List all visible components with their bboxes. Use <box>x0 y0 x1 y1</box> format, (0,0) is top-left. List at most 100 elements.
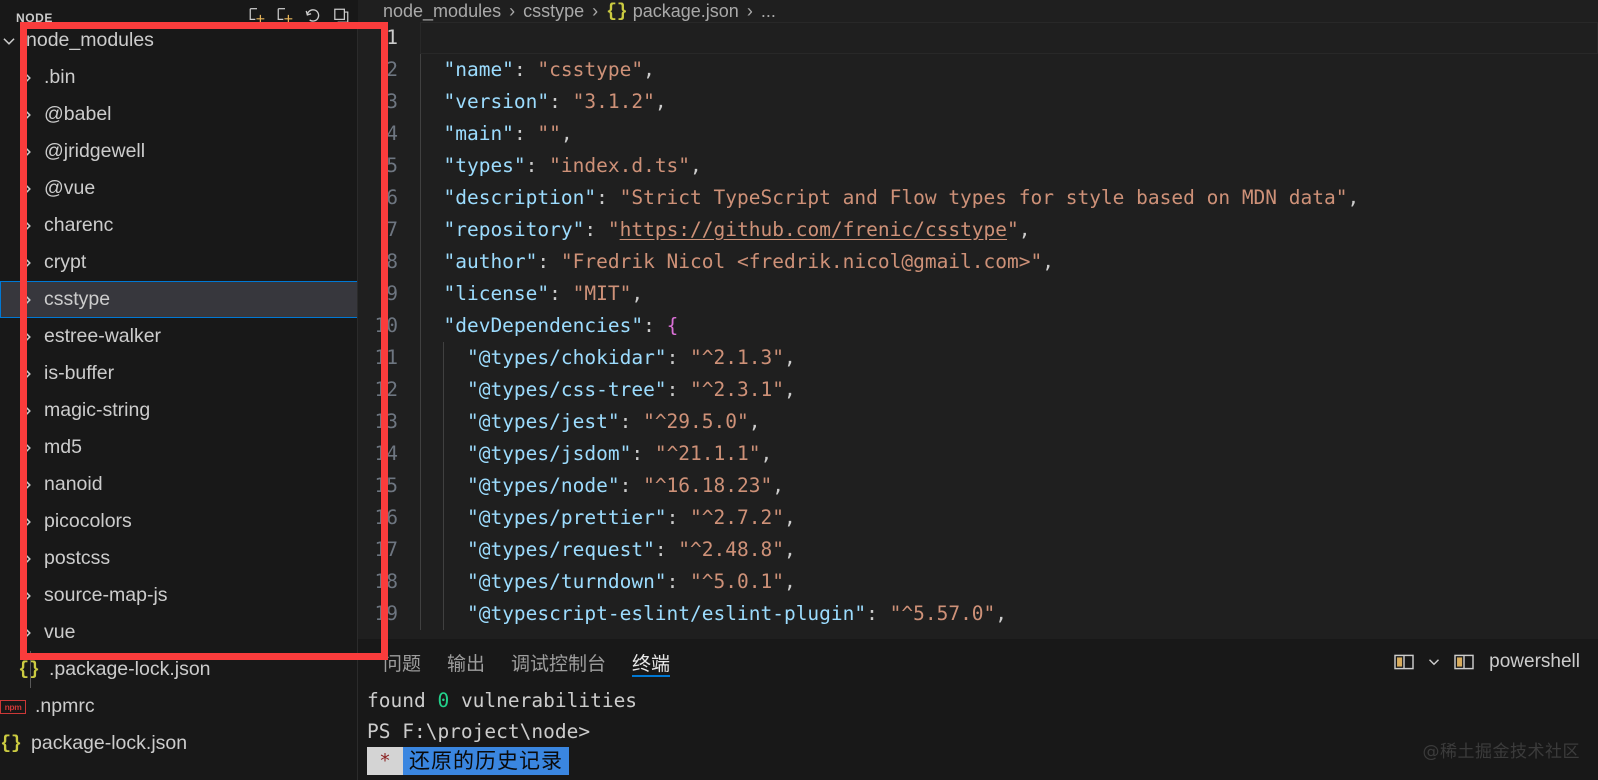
terminal-instance-icon[interactable] <box>1452 650 1476 674</box>
code-line[interactable]: 16 "@types/prettier": "^2.7.2", <box>358 502 1598 534</box>
chevron-right-icon[interactable] <box>18 550 36 568</box>
collapse-folders-icon[interactable] <box>332 7 350 22</box>
tree-item-md5[interactable]: md5 <box>0 429 358 466</box>
tree-item-source-map-js[interactable]: source-map-js <box>0 577 358 614</box>
code-lines[interactable]: 1{2 "name": "csstype",3 "version": "3.1.… <box>358 22 1598 639</box>
code-line[interactable]: 17 "@types/request": "^2.48.8", <box>358 534 1598 566</box>
chevron-right-icon[interactable] <box>18 217 36 235</box>
tree-item-crypt[interactable]: crypt <box>0 244 358 281</box>
terminal-output[interactable]: found 0 vulnerabilities PS F:\project\no… <box>358 685 1598 780</box>
code-token: , <box>784 570 796 593</box>
chevron-right-icon[interactable] <box>18 402 36 420</box>
code-line[interactable]: 5 "types": "index.d.ts", <box>358 150 1598 182</box>
breadcrumb-segment[interactable]: node_modules <box>383 1 501 22</box>
tab-terminal[interactable]: 终端 <box>619 639 683 685</box>
bottom-panel: 问题输出调试控制台终端 <box>358 639 1598 780</box>
split-terminal-icon[interactable] <box>1392 650 1416 674</box>
code-line[interactable]: 13 "@types/jest": "^29.5.0", <box>358 406 1598 438</box>
refresh-explorer-icon[interactable] <box>304 7 322 22</box>
code-line-text: { <box>420 22 1598 54</box>
code-line[interactable]: 19 "@typescript-eslint/eslint-plugin": "… <box>358 598 1598 630</box>
code-line[interactable]: 6 "description": "Strict TypeScript and … <box>358 182 1598 214</box>
code-token: : <box>667 570 690 593</box>
tab-debug-console[interactable]: 调试控制台 <box>498 639 619 685</box>
chevron-right-icon[interactable] <box>18 328 36 346</box>
chevron-right-icon[interactable] <box>18 587 36 605</box>
chevron-down-icon[interactable] <box>1425 653 1443 671</box>
chevron-right-icon[interactable] <box>18 624 36 642</box>
code-token: : <box>549 282 572 305</box>
tree-item-package-lock-json[interactable]: {}.package-lock.json <box>0 651 358 688</box>
tree-item-picocolors[interactable]: picocolors <box>0 503 358 540</box>
code-line[interactable]: 14 "@types/jsdom": "^21.1.1", <box>358 438 1598 470</box>
tree-item-label: csstype <box>44 288 110 311</box>
new-file-icon[interactable] <box>248 7 266 22</box>
code-line[interactable]: 7 "repository": "https://github.com/fren… <box>358 214 1598 246</box>
chevron-right-icon[interactable] <box>18 69 36 87</box>
code-line[interactable]: 1{ <box>358 22 1598 54</box>
tab-output[interactable]: 输出 <box>434 639 498 685</box>
tree-item-csstype[interactable]: csstype <box>0 281 358 318</box>
tree-item-npmrc[interactable]: npm.npmrc <box>0 688 358 725</box>
chevron-right-icon[interactable] <box>18 106 36 124</box>
tree-item-nanoid[interactable]: nanoid <box>0 466 358 503</box>
tree-item-jridgewell[interactable]: @jridgewell <box>0 133 358 170</box>
new-folder-icon[interactable] <box>276 7 294 22</box>
tree-item-package-lock-json[interactable]: {}package-lock.json <box>0 725 358 762</box>
tree-item-label: magic-string <box>44 399 150 422</box>
chevron-right-icon[interactable] <box>18 180 36 198</box>
chevron-down-icon[interactable] <box>0 32 18 50</box>
code-line[interactable]: 8 "author": "Fredrik Nicol <fredrik.nico… <box>358 246 1598 278</box>
code-token: , <box>1042 250 1054 273</box>
code-line-text: "version": "3.1.2", <box>420 86 1598 118</box>
chevron-right-icon[interactable] <box>18 254 36 272</box>
code-token: "devDependencies" <box>443 314 643 337</box>
tree-item-node-modules[interactable]: node_modules <box>0 22 358 59</box>
code-token: , <box>631 282 643 305</box>
code-line[interactable]: 18 "@types/turndown": "^5.0.1", <box>358 566 1598 598</box>
chevron-right-icon[interactable] <box>18 365 36 383</box>
line-number: 15 <box>358 470 420 502</box>
tree-item-estree-walker[interactable]: estree-walker <box>0 318 358 355</box>
line-number: 12 <box>358 374 420 406</box>
indent-guide <box>420 214 421 246</box>
breadcrumb[interactable]: node_modules›csstype›{}package.json›... <box>358 0 1598 22</box>
chevron-right-icon[interactable] <box>18 439 36 457</box>
tree-item-bin[interactable]: .bin <box>0 59 358 96</box>
explorer-header: NODE <box>0 0 358 22</box>
code-line[interactable]: 2 "name": "csstype", <box>358 54 1598 86</box>
breadcrumb-segment[interactable]: ... <box>761 1 776 22</box>
code-line[interactable]: 4 "main": "", <box>358 118 1598 150</box>
code-line[interactable]: 10 "devDependencies": { <box>358 310 1598 342</box>
tree-item-charenc[interactable]: charenc <box>0 207 358 244</box>
tree-item-postcss[interactable]: postcss <box>0 540 358 577</box>
code-token: "main" <box>443 122 513 145</box>
tab-problems[interactable]: 问题 <box>370 639 434 685</box>
terminal-shell-name[interactable]: powershell <box>1489 651 1580 673</box>
breadcrumb-segment[interactable]: csstype <box>523 1 584 22</box>
code-line-text: "@types/jsdom": "^21.1.1", <box>420 438 1598 470</box>
code-line[interactable]: 12 "@types/css-tree": "^2.3.1", <box>358 374 1598 406</box>
panel-tabs[interactable]: 问题输出调试控制台终端 <box>370 639 683 685</box>
chevron-right-icon[interactable] <box>18 143 36 161</box>
file-tree[interactable]: node_modules.bin@babel@jridgewell@vuecha… <box>0 22 358 780</box>
tree-item-babel[interactable]: @babel <box>0 96 358 133</box>
code-line[interactable]: 15 "@types/node": "^16.18.23", <box>358 470 1598 502</box>
breadcrumb-segment[interactable]: package.json <box>633 1 739 22</box>
chevron-right-icon[interactable] <box>18 476 36 494</box>
chevron-right-icon[interactable] <box>18 513 36 531</box>
tree-item-vue[interactable]: @vue <box>0 170 358 207</box>
tree-item-magic-string[interactable]: magic-string <box>0 392 358 429</box>
tree-item-is-buffer[interactable]: is-buffer <box>0 355 358 392</box>
ime-marker: * <box>367 747 403 775</box>
chevron-right-icon[interactable] <box>18 291 36 309</box>
code-line[interactable]: 11 "@types/chokidar": "^2.1.3", <box>358 342 1598 374</box>
code-token: : <box>526 154 549 177</box>
ime-candidate-text[interactable]: 还原的历史记录 <box>403 747 569 775</box>
code-line[interactable]: 3 "version": "3.1.2", <box>358 86 1598 118</box>
code-line-text: "types": "index.d.ts", <box>420 150 1598 182</box>
code-line[interactable]: 9 "license": "MIT", <box>358 278 1598 310</box>
code-editor[interactable]: 1{2 "name": "csstype",3 "version": "3.1.… <box>358 22 1598 639</box>
tree-item-vue[interactable]: vue <box>0 614 358 651</box>
ime-candidate-bar[interactable]: * 还原的历史记录 <box>367 747 569 775</box>
